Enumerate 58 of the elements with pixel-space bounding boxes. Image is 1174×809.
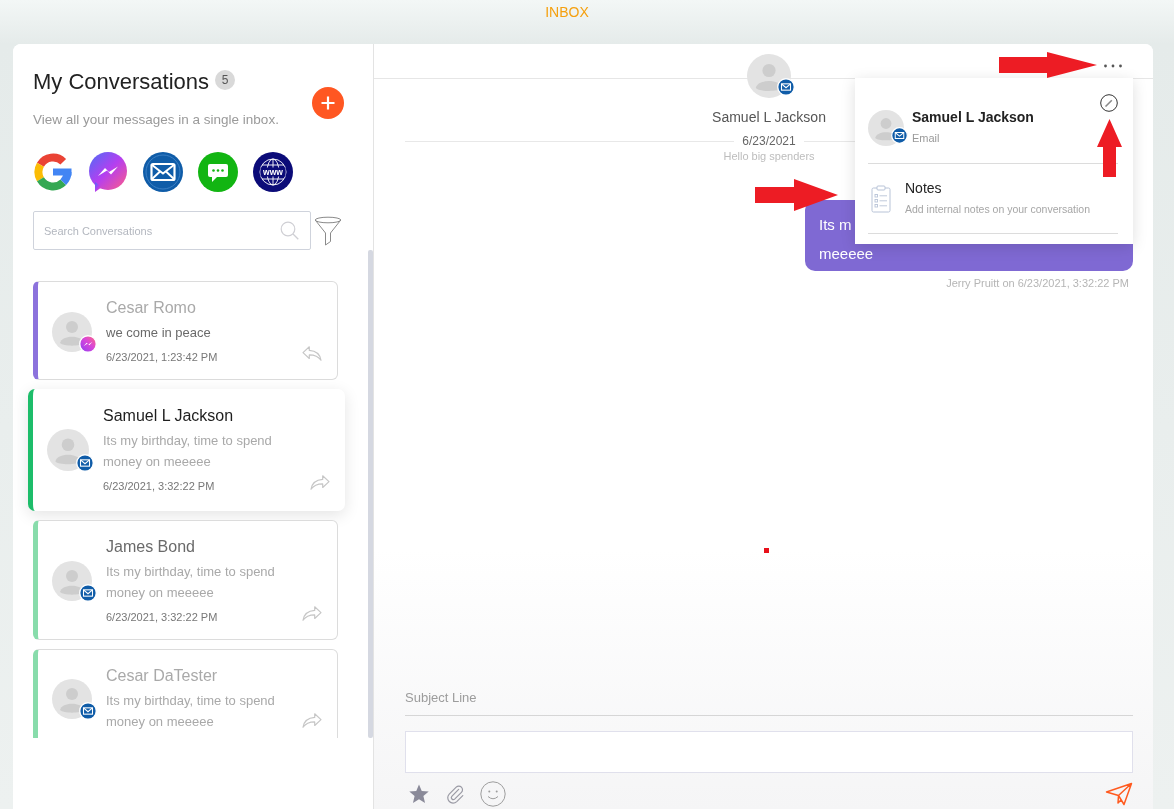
timestamp: 6/23/2021, 1:23:42 PM <box>106 350 218 365</box>
contact-name: Samuel L Jackson <box>912 108 1034 126</box>
forward-arrow-icon[interactable] <box>301 712 323 730</box>
forward-arrow-icon[interactable] <box>301 605 323 623</box>
date-label: 6/23/2021 <box>741 133 797 149</box>
page-title: INBOX <box>545 4 589 20</box>
channel-label: Email <box>912 131 940 145</box>
forward-arrow-icon[interactable] <box>309 474 331 492</box>
filter-icon[interactable] <box>314 215 342 246</box>
message-text: meeeee <box>819 245 874 263</box>
pencil-icon[interactable] <box>1100 94 1118 112</box>
mail-badge-icon <box>79 702 97 720</box>
scrollbar-thumb[interactable] <box>368 250 373 738</box>
message-preview: we come in peace <box>106 324 211 342</box>
conversation-card[interactable]: James Bond Its my birthday, time to spend money on meeeee 6/23/2021, 3:32:22 PM <box>33 520 338 640</box>
reply-arrow-icon[interactable] <box>301 345 323 363</box>
message-field[interactable] <box>405 731 1133 773</box>
lightning-chat-icon[interactable] <box>88 152 128 192</box>
message-preview: Its my birthday, time to spend money on meeeee <box>103 432 273 471</box>
send-icon[interactable] <box>1105 781 1133 806</box>
message-preview: Its my birthday, time to spend money on meeeee <box>106 563 276 602</box>
google-icon[interactable] <box>33 152 73 192</box>
count-badge: 5 <box>215 70 236 90</box>
search-icon[interactable] <box>280 221 299 240</box>
contact-name: Samuel L Jackson <box>712 108 826 126</box>
mail-icon[interactable] <box>143 152 183 192</box>
clipboard-icon[interactable] <box>871 185 891 213</box>
mail-badge-icon <box>777 78 795 96</box>
notes-title[interactable]: Notes <box>905 179 942 197</box>
mail-badge-icon <box>891 127 908 144</box>
plus-icon <box>321 96 335 110</box>
contact-name: Cesar DaTester <box>106 666 218 686</box>
smiley-icon[interactable] <box>480 780 506 807</box>
contact-name: James Bond <box>106 537 195 557</box>
conversation-card[interactable]: Cesar Romo we come in peace 6/23/2021, 1:23:42 PM <box>33 281 338 380</box>
message-text: Its m <box>819 215 852 235</box>
search-field[interactable]: Search Conversations <box>33 211 311 250</box>
add-button[interactable] <box>312 87 344 119</box>
globe-icon[interactable]: www <box>253 152 293 192</box>
timestamp: 6/23/2021, 3:32:22 PM <box>106 610 218 625</box>
mail-badge-icon <box>76 454 94 472</box>
timestamp: 6/23/2021, 3:32:22 PM <box>103 479 215 494</box>
conversation-card[interactable]: Samuel L Jackson Its my birthday, time to spend money on meeeee 6/23/2021, 3:32:22 PM <box>28 389 345 511</box>
sidebar-subtitle: View all your messages in a single inbox. <box>33 112 279 128</box>
subject-label: Hello big spenders <box>723 149 815 163</box>
mail-badge-icon <box>79 584 97 602</box>
speech-bubble-icon[interactable] <box>198 152 238 192</box>
annotation-arrow <box>1097 119 1122 177</box>
contact-name: Cesar Romo <box>106 298 196 318</box>
contact-name: Samuel L Jackson <box>103 406 234 426</box>
subject-field[interactable]: Subject Line <box>405 685 1133 716</box>
message-meta: Jerry Pruitt on 6/23/2021, 3:32:22 PM <box>946 276 1129 290</box>
avatar-icon <box>747 54 791 98</box>
more-icon[interactable] <box>1103 63 1123 69</box>
sidebar-title: My Conversations <box>33 68 210 96</box>
message-preview: Its my birthday, time to spend money on meeeee <box>106 692 276 731</box>
avatar-icon <box>47 429 89 471</box>
notes-description: Add internal notes on your conversation <box>905 202 1091 216</box>
